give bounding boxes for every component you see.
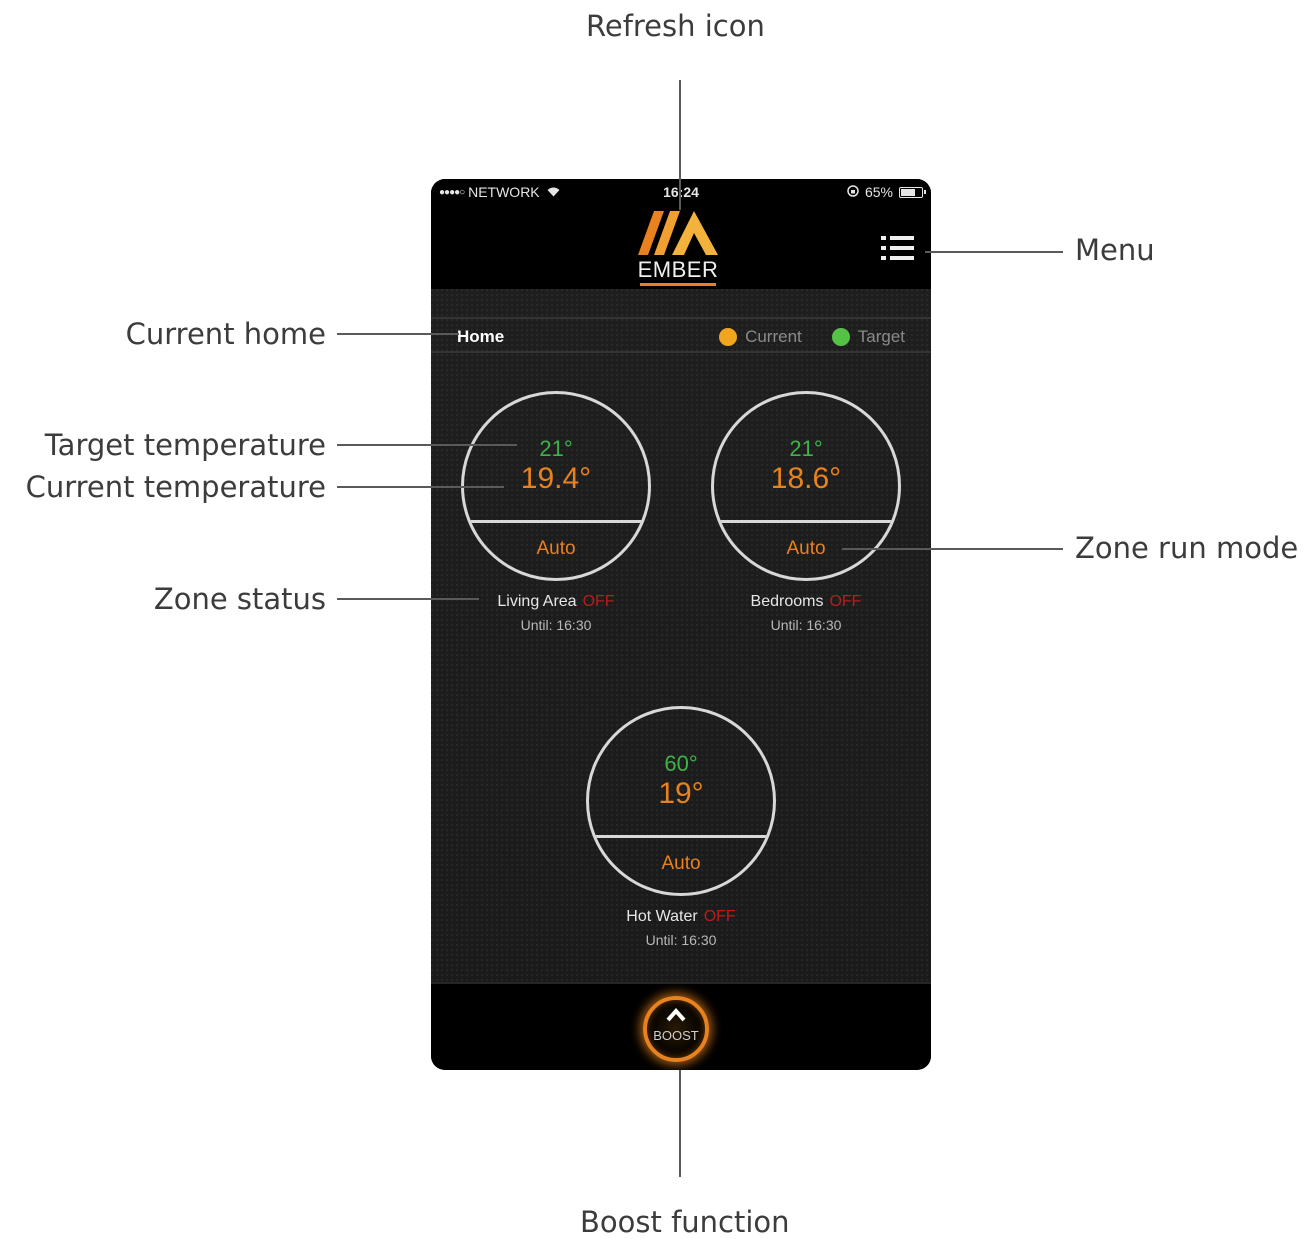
zone-name: Hot Water bbox=[626, 908, 698, 925]
home-bar: Home Current Target bbox=[431, 317, 931, 353]
boost-label: BOOST bbox=[653, 1028, 699, 1043]
current-temperature: 18.6° bbox=[770, 462, 842, 495]
leader-target-temperature bbox=[337, 444, 517, 446]
menu-button[interactable] bbox=[879, 233, 919, 265]
callout-refresh-icon: Refresh icon bbox=[586, 9, 765, 43]
ember-logo-icon bbox=[638, 211, 718, 255]
battery-percent: 65% bbox=[864, 184, 893, 200]
target-temperature: 60° bbox=[664, 751, 698, 776]
zone-until: Until: 16:30 bbox=[770, 617, 842, 633]
menu-list-icon bbox=[881, 236, 914, 260]
battery-icon bbox=[899, 186, 926, 198]
leader-zone-status bbox=[337, 598, 479, 600]
leader-boost bbox=[679, 1070, 681, 1177]
zone-bedrooms[interactable]: 21° 18.6° Auto Bedrooms OFF Until: 16:30 bbox=[711, 391, 901, 633]
zone-status: Hot Water OFF bbox=[586, 908, 776, 926]
callout-menu: Menu bbox=[1075, 233, 1155, 267]
app-header: EMBER bbox=[431, 205, 931, 289]
callout-boost-function: Boost function bbox=[580, 1205, 790, 1239]
chevron-up-icon bbox=[666, 1008, 686, 1022]
legend: Current Target bbox=[719, 327, 905, 347]
zone-name: Living Area bbox=[497, 593, 577, 610]
zone-hot-water[interactable]: 60° 19° Auto Hot Water OFF Until: 16:30 bbox=[586, 706, 776, 948]
leader-current-home bbox=[337, 333, 459, 335]
dial-divider bbox=[714, 520, 898, 523]
brand-underline bbox=[640, 283, 716, 286]
legend-target-label: Target bbox=[857, 327, 905, 346]
leader-refresh bbox=[679, 80, 681, 210]
status-bar: ●●●●○ NETWORK 16:24 65% bbox=[431, 179, 931, 205]
target-temperature: 21° bbox=[539, 436, 573, 461]
dial-divider bbox=[464, 520, 648, 523]
zone-name: Bedrooms bbox=[750, 593, 824, 610]
zone-status: Bedrooms OFF bbox=[711, 593, 901, 611]
leader-current-temperature bbox=[337, 486, 504, 488]
zone-dial[interactable]: 60° 19° Auto bbox=[586, 706, 776, 896]
current-dot-icon bbox=[719, 328, 738, 346]
target-dot-icon bbox=[831, 328, 850, 346]
zone-state: OFF bbox=[703, 908, 736, 925]
zone-dial[interactable]: 21° 18.6° Auto bbox=[711, 391, 901, 581]
phone-screen: ●●●●○ NETWORK 16:24 65% EMBER Home Curre… bbox=[431, 179, 931, 1070]
leader-zone-run-mode bbox=[842, 548, 1063, 550]
current-temperature: 19° bbox=[658, 777, 704, 810]
callout-zone-run-mode: Zone run mode bbox=[1075, 531, 1299, 565]
battery-fill bbox=[901, 188, 916, 196]
brand-name: EMBER bbox=[637, 257, 719, 282]
rotation-lock-icon bbox=[847, 184, 859, 200]
zone-state: OFF bbox=[582, 593, 615, 610]
dial-divider bbox=[589, 835, 773, 838]
target-temperature: 21° bbox=[789, 436, 823, 461]
zone-state: OFF bbox=[829, 593, 862, 610]
zone-run-mode[interactable]: Auto bbox=[464, 538, 648, 560]
zone-living-area[interactable]: 21° 19.4° Auto Living Area OFF Until: 16:… bbox=[461, 391, 651, 633]
footer-bar: BOOST bbox=[431, 982, 931, 1070]
zone-until: Until: 16:30 bbox=[520, 617, 592, 633]
zone-until: Until: 16:30 bbox=[645, 932, 717, 948]
callout-current-home: Current home bbox=[125, 317, 326, 351]
callout-zone-status: Zone status bbox=[153, 582, 326, 616]
zone-status: Living Area OFF bbox=[461, 593, 651, 611]
legend-current-label: Current bbox=[745, 327, 802, 346]
current-home-label[interactable]: Home bbox=[457, 327, 504, 347]
refresh-logo-button[interactable]: EMBER bbox=[628, 211, 728, 286]
leader-menu bbox=[925, 251, 1063, 253]
current-temperature: 19.4° bbox=[520, 462, 592, 495]
callout-current-temperature: Current temperature bbox=[25, 470, 326, 504]
callout-target-temperature: Target temperature bbox=[44, 428, 326, 462]
status-right: 65% bbox=[847, 184, 926, 200]
boost-button[interactable]: BOOST bbox=[643, 996, 709, 1062]
zone-run-mode[interactable]: Auto bbox=[589, 853, 773, 875]
